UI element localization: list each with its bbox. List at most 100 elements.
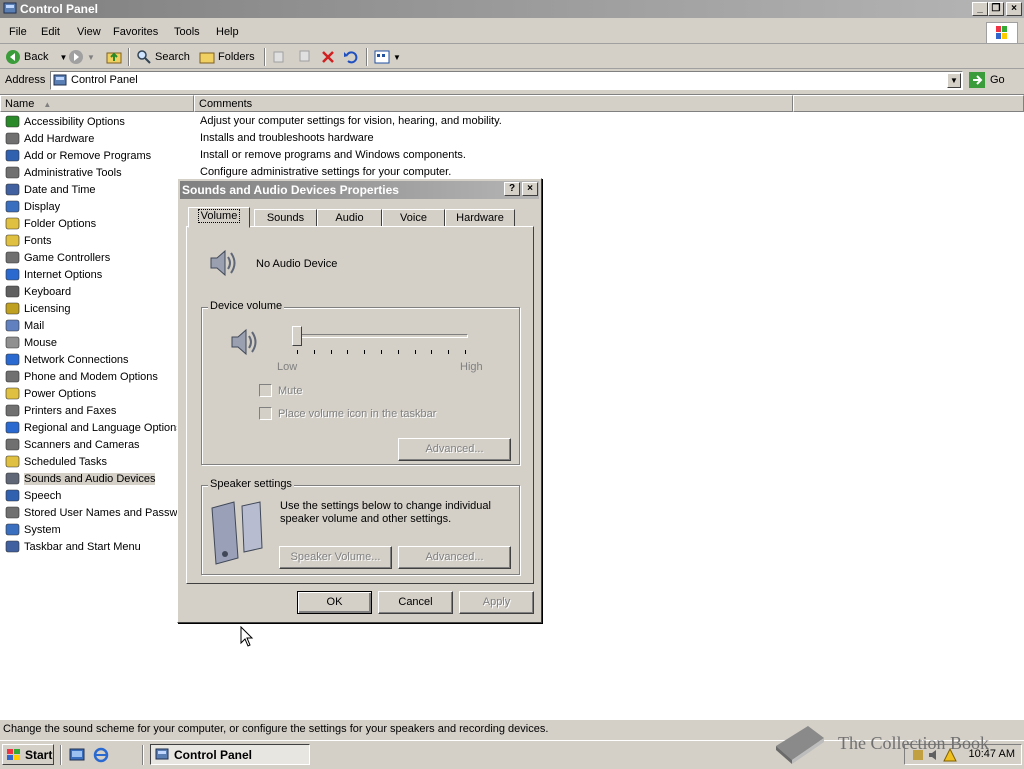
help-button[interactable]: ? xyxy=(504,182,520,196)
menu-bar: File Edit View Favorites Tools Help xyxy=(0,20,1024,44)
undo-button[interactable] xyxy=(343,49,359,65)
show-desktop-icon[interactable] xyxy=(69,747,85,763)
slider-thumb[interactable] xyxy=(292,326,302,346)
column-header-name[interactable]: Name ▲ xyxy=(0,95,194,112)
place-volume-icon-checkbox[interactable]: Place volume icon in the taskbar xyxy=(259,407,436,420)
list-item[interactable]: Keyboard xyxy=(5,283,71,300)
menu-tools[interactable]: Tools xyxy=(174,26,200,38)
tab-audio[interactable]: Audio xyxy=(317,209,382,227)
apply-button[interactable]: Apply xyxy=(459,591,534,614)
item-icon xyxy=(5,387,20,400)
search-icon xyxy=(137,50,151,64)
item-name: Phone and Modem Options xyxy=(24,370,158,383)
forward-button[interactable]: ▼ xyxy=(68,49,95,65)
menu-help[interactable]: Help xyxy=(216,26,239,38)
volume-slider[interactable] xyxy=(286,326,476,356)
list-item[interactable]: Game Controllers xyxy=(5,249,110,266)
item-icon xyxy=(5,285,20,298)
item-name: Keyboard xyxy=(24,285,72,298)
item-name: Add Hardware xyxy=(24,132,95,145)
menu-favorites[interactable]: Favorites xyxy=(113,26,158,38)
close-dialog-button[interactable]: × xyxy=(522,182,538,196)
advanced-speaker-button[interactable]: Advanced... xyxy=(398,546,511,569)
mute-checkbox[interactable]: Mute xyxy=(259,384,302,397)
mute-label: Mute xyxy=(278,384,303,397)
views-button[interactable]: ▼ xyxy=(374,49,401,65)
copy-to-icon xyxy=(299,50,310,62)
item-name: Speech xyxy=(24,489,62,502)
list-item[interactable]: Taskbar and Start Menu xyxy=(5,538,141,555)
slider-tick xyxy=(297,350,298,354)
item-icon xyxy=(5,438,20,451)
close-window-button[interactable]: × xyxy=(1006,2,1022,16)
slider-track xyxy=(292,334,468,338)
list-item[interactable]: Administrative Tools xyxy=(5,164,122,181)
minimize-button[interactable]: _ xyxy=(972,2,988,16)
list-item[interactable]: Mouse xyxy=(5,334,57,351)
address-input[interactable]: Control Panel ▼ xyxy=(50,71,963,90)
tab-volume[interactable]: Volume xyxy=(188,207,250,228)
back-arrow-icon xyxy=(6,50,20,64)
speaker-volume-button[interactable]: Speaker Volume... xyxy=(279,546,392,569)
list-item[interactable]: Power Options xyxy=(5,385,96,402)
copy-to-button[interactable] xyxy=(296,49,312,65)
list-item[interactable]: Folder Options xyxy=(5,215,96,232)
go-button[interactable]: Go xyxy=(968,71,1005,89)
speaker-icon xyxy=(210,249,236,277)
menu-view[interactable]: View xyxy=(77,26,101,38)
back-dropdown-icon[interactable]: ▼ xyxy=(59,53,67,62)
folders-button[interactable]: Folders xyxy=(199,49,255,65)
dialog-titlebar[interactable]: Sounds and Audio Devices Properties ? × xyxy=(180,181,539,199)
item-icon xyxy=(5,472,20,485)
move-to-button[interactable] xyxy=(272,49,288,65)
up-folder-button[interactable] xyxy=(106,49,122,65)
column-header-comments[interactable]: Comments xyxy=(194,95,793,112)
window-titlebar[interactable]: Control Panel _ ❐ × xyxy=(0,0,1024,18)
list-item[interactable]: Regional and Language Options xyxy=(5,419,182,436)
tab-sounds[interactable]: Sounds xyxy=(254,209,317,227)
views-icon xyxy=(374,50,390,64)
list-item[interactable]: Licensing xyxy=(5,300,70,317)
forward-dropdown-icon[interactable]: ▼ xyxy=(87,53,95,62)
item-name: Stored User Names and Passwo xyxy=(24,506,184,519)
cancel-button[interactable]: Cancel xyxy=(378,591,453,614)
list-item[interactable]: Network Connections xyxy=(5,351,129,368)
list-item[interactable]: Scanners and Cameras xyxy=(5,436,140,453)
slider-tick xyxy=(431,350,433,354)
list-item[interactable]: Internet Options xyxy=(5,266,102,283)
undo-icon xyxy=(344,51,358,64)
list-item[interactable]: Sounds and Audio Devices xyxy=(5,470,156,487)
menu-edit[interactable]: Edit xyxy=(41,26,60,38)
list-item[interactable]: Speech xyxy=(5,487,61,504)
menu-file[interactable]: File xyxy=(9,26,27,38)
list-item[interactable]: Accessibility Options xyxy=(5,113,125,130)
item-icon xyxy=(5,421,20,434)
sort-ascending-icon: ▲ xyxy=(43,100,52,109)
start-button[interactable]: Start xyxy=(2,744,54,765)
mouse-cursor-icon xyxy=(240,626,254,647)
list-item[interactable]: Phone and Modem Options xyxy=(5,368,158,385)
taskbar-item-control-panel[interactable]: Control Panel xyxy=(150,744,310,765)
list-item[interactable]: Add or Remove Programs xyxy=(5,147,151,164)
volume-high-label: High xyxy=(460,361,483,373)
list-item[interactable]: Scheduled Tasks xyxy=(5,453,107,470)
list-item[interactable]: Date and Time xyxy=(5,181,96,198)
tab-hardware[interactable]: Hardware xyxy=(445,209,515,227)
address-dropdown-button[interactable]: ▼ xyxy=(947,73,961,88)
list-item[interactable]: Printers and Faxes xyxy=(5,402,116,419)
list-item[interactable]: System xyxy=(5,521,61,538)
back-button[interactable]: Back ▼ xyxy=(5,49,67,65)
list-item[interactable]: Display xyxy=(5,198,60,215)
list-item[interactable]: Mail xyxy=(5,317,44,334)
ok-button[interactable]: OK xyxy=(297,591,372,614)
search-button[interactable]: Search xyxy=(136,49,190,65)
list-item[interactable]: Stored User Names and Passwo xyxy=(5,504,184,521)
advanced-volume-button[interactable]: Advanced... xyxy=(398,438,511,461)
item-name: Internet Options xyxy=(24,268,103,281)
restore-button[interactable]: ❐ xyxy=(988,2,1004,16)
tab-voice[interactable]: Voice xyxy=(382,209,445,227)
delete-button[interactable] xyxy=(320,49,336,65)
internet-explorer-icon[interactable] xyxy=(93,747,109,763)
list-item[interactable]: Fonts xyxy=(5,232,52,249)
list-item[interactable]: Add Hardware xyxy=(5,130,94,147)
